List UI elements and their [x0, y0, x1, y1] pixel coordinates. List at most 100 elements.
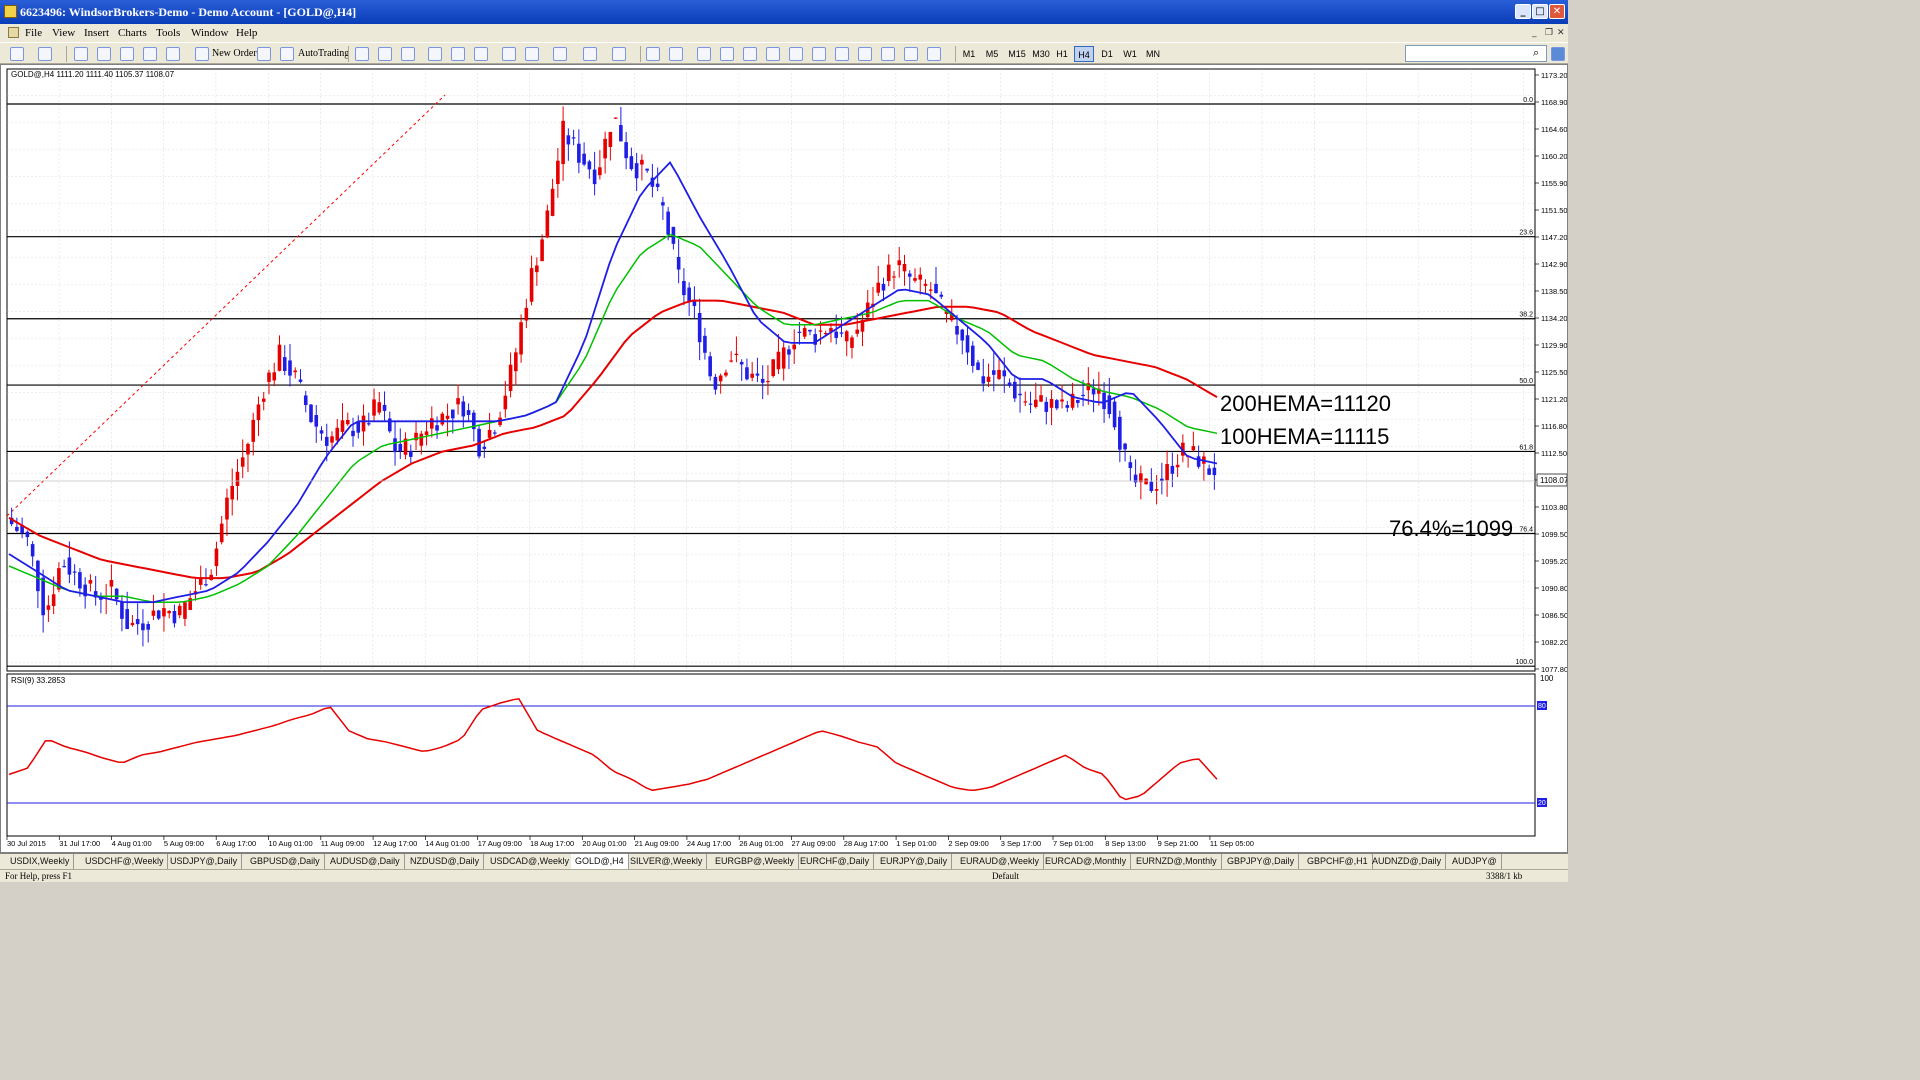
- timeframe-m1[interactable]: M1: [959, 46, 979, 62]
- candle-body: [1191, 446, 1196, 451]
- metaeditor-icon[interactable]: [257, 47, 271, 61]
- menu-insert[interactable]: Insert: [84, 24, 109, 42]
- candle-body: [970, 345, 975, 366]
- chart-tab[interactable]: GBPCHF@,H1: [1303, 854, 1373, 869]
- candle-body: [214, 548, 219, 567]
- periods-icon[interactable]: [583, 47, 597, 61]
- timeframe-h1[interactable]: H1: [1052, 46, 1072, 62]
- candlestick-icon[interactable]: [378, 47, 392, 61]
- chart-tab[interactable]: AUDJPY@: [1448, 854, 1502, 869]
- menu-file[interactable]: File: [25, 24, 42, 42]
- mdi-minimize-icon[interactable]: _: [1532, 24, 1537, 42]
- indicators-icon[interactable]: [553, 47, 567, 61]
- close-button[interactable]: ✕: [1549, 4, 1565, 19]
- status-help: For Help, press F1: [5, 871, 72, 881]
- candle-body: [235, 471, 240, 487]
- chart-tab[interactable]: EURJPY@,Daily: [876, 854, 953, 869]
- search-input[interactable]: [1405, 45, 1547, 62]
- terminal-icon[interactable]: [143, 47, 157, 61]
- fibo-fan-icon[interactable]: [904, 47, 918, 61]
- chart-tab[interactable]: GOLD@,H4: [571, 854, 629, 869]
- window-titlebar[interactable]: 6623496: WindsorBrokers-Demo - Demo Acco…: [0, 0, 1568, 24]
- tile-windows-icon[interactable]: [474, 47, 488, 61]
- chart-tab[interactable]: EURGBP@,Weekly: [711, 854, 799, 869]
- zoom-in-icon[interactable]: [428, 47, 442, 61]
- new-chart-icon[interactable]: [10, 47, 24, 61]
- menu-window[interactable]: Window: [191, 24, 228, 42]
- fib-level-label: 76.4: [1519, 526, 1533, 533]
- hema200-annotation[interactable]: 200HEMA=11120: [1220, 391, 1391, 416]
- chart-tab[interactable]: USDCHF@,Weekly: [81, 854, 169, 869]
- chart-shift-icon[interactable]: [525, 47, 539, 61]
- crosshair-icon[interactable]: [669, 47, 683, 61]
- candle-body: [734, 353, 739, 356]
- autotrading-button[interactable]: AutoTrading: [298, 46, 349, 62]
- candle-body: [240, 457, 245, 467]
- minimize-button[interactable]: _: [1515, 4, 1531, 19]
- time-axis-label: 24 Aug 17:00: [687, 839, 731, 848]
- hema100-annotation[interactable]: 100HEMA=11115: [1220, 424, 1389, 449]
- chart-tab[interactable]: AUDUSD@,Daily: [326, 854, 405, 869]
- chart-tab[interactable]: USDIX,Weekly: [6, 854, 75, 869]
- chart-window[interactable]: 0.0 23.6 38.2 50.0 61.8 76.4 100.0 GOLD@,H4 11…: [0, 64, 1569, 853]
- chart-tab[interactable]: EURNZD@,Monthly: [1132, 854, 1222, 869]
- menu-tools[interactable]: Tools: [156, 24, 180, 42]
- chart-tab[interactable]: EURAUD@,Weekly: [956, 854, 1044, 869]
- strategy-tester-icon[interactable]: [166, 47, 180, 61]
- chart-tab[interactable]: GBPUSD@,Daily: [246, 854, 325, 869]
- auto-scroll-icon[interactable]: [502, 47, 516, 61]
- search-icon[interactable]: ⌕: [1533, 47, 1539, 60]
- menu-help[interactable]: Help: [236, 24, 257, 42]
- text-label-icon[interactable]: [835, 47, 849, 61]
- chart-tab[interactable]: EURCAD@,Monthly: [1041, 854, 1132, 869]
- cursor-icon[interactable]: [646, 47, 660, 61]
- new-order-button[interactable]: New Order: [212, 46, 257, 62]
- fibonacci-icon[interactable]: [789, 47, 803, 61]
- timeframe-w1[interactable]: W1: [1120, 46, 1140, 62]
- gann-icon[interactable]: [858, 47, 872, 61]
- line-chart-icon[interactable]: [401, 47, 415, 61]
- rsi-pane[interactable]: [6, 673, 1536, 837]
- candle-body: [986, 376, 991, 382]
- chart-tab[interactable]: USDJPY@,Daily: [166, 854, 243, 869]
- bar-chart-icon[interactable]: [355, 47, 369, 61]
- timeframe-d1[interactable]: D1: [1097, 46, 1117, 62]
- market-watch-icon[interactable]: [74, 47, 88, 61]
- text-icon[interactable]: [812, 47, 826, 61]
- templates-icon[interactable]: [612, 47, 626, 61]
- navigator-icon[interactable]: [97, 47, 111, 61]
- equidistant-channel-icon[interactable]: [766, 47, 780, 61]
- timeframe-m5[interactable]: M5: [982, 46, 1002, 62]
- arrows-icon[interactable]: [927, 47, 941, 61]
- chart-tab[interactable]: AUDNZD@,Daily: [1368, 854, 1447, 869]
- timeframe-m30[interactable]: M30: [1029, 46, 1053, 62]
- candle-body: [907, 273, 912, 277]
- profiles-icon[interactable]: [38, 47, 52, 61]
- autotrading-icon[interactable]: [280, 47, 294, 61]
- fib764-annotation[interactable]: 76.4%=1099: [1389, 516, 1513, 541]
- zoom-out-icon[interactable]: [451, 47, 465, 61]
- timeframe-m15[interactable]: M15: [1005, 46, 1029, 62]
- chart-tab[interactable]: NZDUSD@,Daily: [406, 854, 485, 869]
- maximize-button[interactable]: □: [1532, 4, 1548, 19]
- menu-charts[interactable]: Charts: [118, 24, 147, 42]
- vertical-line-icon[interactable]: [697, 47, 711, 61]
- price-axis-label: 1147.20: [1541, 233, 1567, 242]
- new-order-icon[interactable]: [195, 47, 209, 61]
- horizontal-line-icon[interactable]: [720, 47, 734, 61]
- candle-body: [445, 415, 450, 419]
- timeframe-mn[interactable]: MN: [1143, 46, 1163, 62]
- data-window-icon[interactable]: [120, 47, 134, 61]
- community-icon[interactable]: [1551, 47, 1565, 61]
- chart-tab[interactable]: SILVER@,Weekly: [626, 854, 708, 869]
- chart-tab[interactable]: EURCHF@,Daily: [796, 854, 875, 869]
- mdi-close-icon[interactable]: ✕: [1557, 24, 1565, 42]
- fibo-time-icon[interactable]: [881, 47, 895, 61]
- menu-view[interactable]: View: [52, 24, 75, 42]
- price-chart[interactable]: 0.0 23.6 38.2 50.0 61.8 76.4 100.0 GOLD@,H4 11…: [1, 65, 1569, 852]
- mdi-restore-icon[interactable]: ❐: [1545, 24, 1553, 42]
- chart-tab[interactable]: GBPJPY@,Daily: [1223, 854, 1300, 869]
- timeframe-h4[interactable]: H4: [1074, 46, 1094, 62]
- trendline-icon[interactable]: [743, 47, 757, 61]
- chart-tab[interactable]: USDCAD@,Weekly: [486, 854, 574, 869]
